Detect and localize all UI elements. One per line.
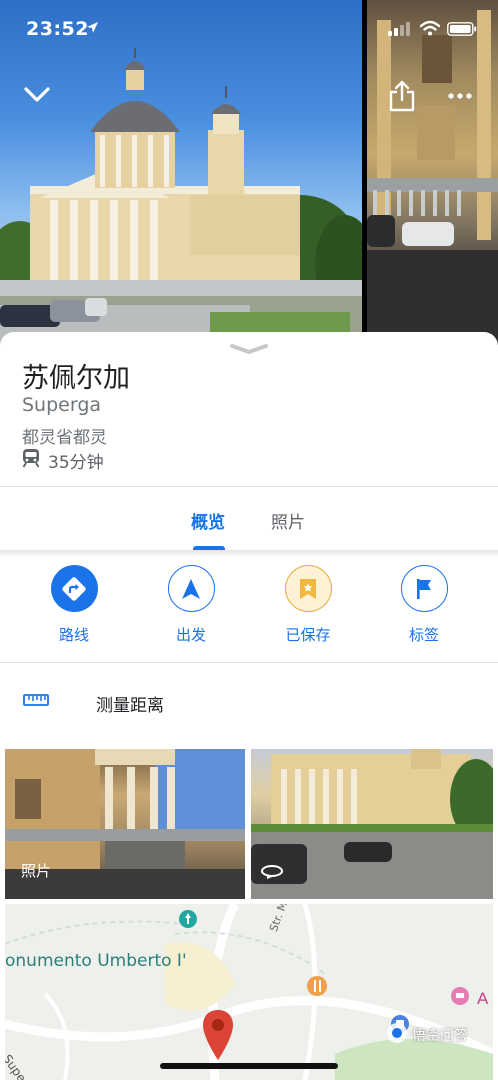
photo-thumbnail[interactable]: 照片	[5, 749, 245, 899]
action-row: 路线 出发 已保存 标签	[0, 565, 498, 661]
status-bar: 23:52	[0, 0, 498, 60]
photo-caption: 照片	[21, 862, 52, 880]
saved-button[interactable]: 已保存	[263, 565, 353, 645]
panorama-360-icon	[259, 863, 285, 883]
label-label: 标签	[408, 626, 439, 644]
place-detail-screen: 23:52 苏佩尔加 Superga 都灵省都灵 35分钟 概览 照片 路线 出…	[0, 0, 498, 1080]
more-options-button[interactable]	[442, 78, 478, 114]
location-arrow-icon	[86, 21, 99, 34]
watermark: 悟空问答	[386, 1022, 468, 1048]
location-map[interactable]: A onumento Umberto I' Str. Mo ale Superg…	[5, 904, 493, 1080]
battery-icon	[447, 22, 477, 36]
share-button[interactable]	[384, 78, 420, 114]
directions-button[interactable]: 路线	[29, 565, 119, 645]
chevron-down-icon	[24, 87, 50, 102]
tab-photos[interactable]: 照片	[271, 508, 305, 533]
svg-text:A: A	[477, 989, 489, 1008]
collapse-button[interactable]	[19, 77, 55, 113]
map-pin-icon	[201, 1008, 235, 1066]
photo-360-thumbnail[interactable]	[251, 749, 493, 899]
place-subtitle: Superga	[22, 394, 102, 416]
directions-label: 路线	[58, 626, 89, 644]
saved-label: 已保存	[285, 626, 331, 644]
transit-info[interactable]: 35分钟	[22, 448, 104, 473]
label-button[interactable]: 标签	[379, 565, 469, 645]
transit-time: 35分钟	[48, 452, 104, 473]
sheet-grab-handle-icon[interactable]	[229, 340, 269, 359]
more-horizontal-icon	[448, 93, 472, 99]
train-icon	[22, 448, 40, 472]
start-button[interactable]: 出发	[146, 565, 236, 645]
hero-photos[interactable]: 23:52	[0, 0, 498, 345]
watermark-text: 悟空问答	[412, 1028, 468, 1044]
status-time: 23:52	[26, 18, 89, 40]
measure-distance-label: 测量距离	[96, 696, 164, 716]
map-poi-label: onumento Umberto I'	[5, 951, 187, 971]
home-indicator[interactable]	[160, 1063, 338, 1069]
start-label: 出发	[175, 626, 206, 644]
ruler-icon	[23, 692, 49, 711]
cellular-signal-icon	[388, 22, 410, 36]
share-icon	[389, 80, 415, 112]
tab-bar: 概览 照片	[0, 488, 498, 552]
divider	[0, 486, 498, 487]
navigation-arrow-icon	[182, 578, 200, 599]
watermark-logo-icon	[386, 1022, 408, 1048]
directions-icon	[62, 576, 86, 601]
tab-overview[interactable]: 概览	[191, 508, 225, 533]
tab-bar-shadow	[0, 550, 498, 558]
place-region: 都灵省都灵	[22, 428, 107, 448]
flag-icon	[417, 578, 431, 599]
saved-bookmark-icon	[300, 578, 316, 599]
place-title: 苏佩尔加	[22, 363, 130, 394]
wifi-icon	[420, 20, 440, 36]
measure-distance-row[interactable]: 测量距离	[0, 663, 498, 743]
photo-strip: 照片	[5, 749, 493, 899]
place-sheet: 苏佩尔加 Superga 都灵省都灵 35分钟 概览 照片 路线 出发 已保存 …	[0, 332, 498, 1080]
